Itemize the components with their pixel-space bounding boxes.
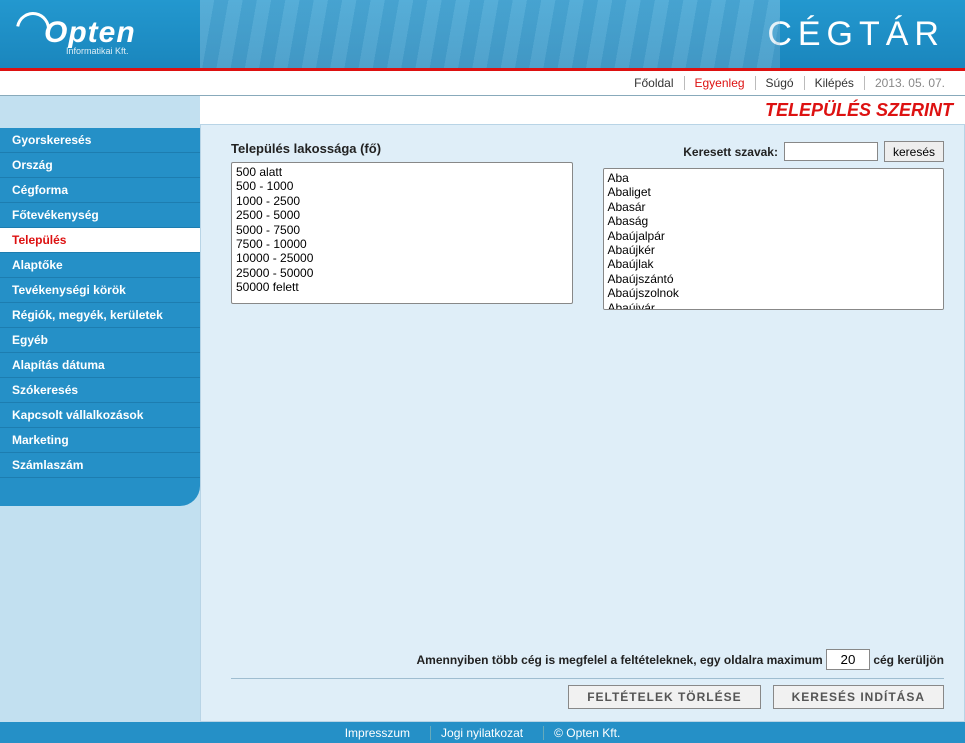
settlement-option[interactable]: Abaújvár xyxy=(606,301,942,310)
settlement-option[interactable]: Abaújkér xyxy=(606,243,942,257)
sidebar-item-alap-t-s-d-tuma[interactable]: Alapítás dátuma xyxy=(0,353,200,378)
footer-copy: © Opten Kft. xyxy=(543,726,630,740)
app-title: CÉGTÁR xyxy=(767,15,945,54)
clear-button[interactable]: FELTÉTELEK TÖRLÉSE xyxy=(568,685,760,709)
sidebar-item-egy-b[interactable]: Egyéb xyxy=(0,328,200,353)
sidebar-item-sz-keres-s[interactable]: Szókeresés xyxy=(0,378,200,403)
nav-home[interactable]: Főoldal xyxy=(624,76,683,90)
population-option[interactable]: 1000 - 2500 xyxy=(234,194,570,208)
population-option[interactable]: 7500 - 10000 xyxy=(234,237,570,251)
sidebar-item-telep-l-s[interactable]: Település xyxy=(0,228,200,253)
sidebar-bottom-cap xyxy=(0,478,200,506)
main: TELEPÜLÉS SZERINT Település lakossága (f… xyxy=(200,96,965,722)
footer: Impresszum Jogi nyilatkozat © Opten Kft. xyxy=(0,722,965,743)
header: Opten Informatikai Kft. CÉGTÁR xyxy=(0,0,965,68)
sidebar-item-marketing[interactable]: Marketing xyxy=(0,428,200,453)
search-button[interactable]: keresés xyxy=(884,141,944,162)
content: Település lakossága (fő) 500 alatt500 - … xyxy=(200,125,965,722)
sidebar: GyorskeresésOrszágCégformaFőtevékenységT… xyxy=(0,96,200,722)
settlement-option[interactable]: Abaújszántó xyxy=(606,272,942,286)
population-option[interactable]: 25000 - 50000 xyxy=(234,266,570,280)
sidebar-item-alapt-ke[interactable]: Alaptőke xyxy=(0,253,200,278)
sidebar-item-c-gforma[interactable]: Cégforma xyxy=(0,178,200,203)
sidebar-item-r-gi-k-megy-k-ker-letek[interactable]: Régiók, megyék, kerületek xyxy=(0,303,200,328)
nav-date: 2013. 05. 07. xyxy=(864,76,955,90)
logo: Opten Informatikai Kft. xyxy=(0,12,136,56)
logo-subtitle: Informatikai Kft. xyxy=(66,46,136,56)
start-search-button[interactable]: KERESÉS INDÍTÁSA xyxy=(773,685,944,709)
settlement-option[interactable]: Abaság xyxy=(606,214,942,228)
limit-text-after: cég kerüljön xyxy=(873,653,944,667)
footer-imprint[interactable]: Impresszum xyxy=(335,726,420,740)
population-option[interactable]: 50000 felett xyxy=(234,280,570,294)
settlement-option[interactable]: Abaújalpár xyxy=(606,229,942,243)
search-label: Keresett szavak: xyxy=(683,145,778,159)
limit-line: Amennyiben több cég is megfelel a feltét… xyxy=(231,649,944,670)
population-option[interactable]: 500 - 1000 xyxy=(234,179,570,193)
header-decor xyxy=(200,0,780,68)
population-listbox[interactable]: 500 alatt500 - 10001000 - 25002500 - 500… xyxy=(231,162,573,304)
footer-legal[interactable]: Jogi nyilatkozat xyxy=(430,726,533,740)
population-heading: Település lakossága (fő) xyxy=(231,141,573,156)
sidebar-item-f-tev-kenys-g[interactable]: Főtevékenység xyxy=(0,203,200,228)
settlement-option[interactable]: Aba xyxy=(606,171,942,185)
sidebar-item-gyorskeres-s[interactable]: Gyorskeresés xyxy=(0,128,200,153)
limit-input[interactable] xyxy=(826,649,870,670)
settlement-option[interactable]: Abaújlak xyxy=(606,257,942,271)
limit-text-before: Amennyiben több cég is megfelel a feltét… xyxy=(416,653,822,667)
top-nav: Főoldal Egyenleg Súgó Kilépés 2013. 05. … xyxy=(0,71,965,96)
settlement-option[interactable]: Abaliget xyxy=(606,185,942,199)
nav-balance[interactable]: Egyenleg xyxy=(684,76,755,90)
settlement-option[interactable]: Abasár xyxy=(606,200,942,214)
population-option[interactable]: 500 alatt xyxy=(234,165,570,179)
population-option[interactable]: 5000 - 7500 xyxy=(234,223,570,237)
settlement-listbox[interactable]: AbaAbaligetAbasárAbaságAbaújalpárAbaújké… xyxy=(603,168,945,310)
page-title: TELEPÜLÉS SZERINT xyxy=(200,96,965,125)
settlement-option[interactable]: Abaújszolnok xyxy=(606,286,942,300)
search-input[interactable] xyxy=(784,142,878,161)
logo-brand: Opten xyxy=(44,16,136,49)
population-option[interactable]: 10000 - 25000 xyxy=(234,251,570,265)
sidebar-item-kapcsolt-v-llalkoz-sok[interactable]: Kapcsolt vállalkozások xyxy=(0,403,200,428)
sidebar-item-tev-kenys-gi-k-r-k[interactable]: Tevékenységi körök xyxy=(0,278,200,303)
nav-help[interactable]: Súgó xyxy=(755,76,804,90)
nav-logout[interactable]: Kilépés xyxy=(804,76,864,90)
sidebar-item-sz-mlasz-m[interactable]: Számlaszám xyxy=(0,453,200,478)
population-option[interactable]: 2500 - 5000 xyxy=(234,208,570,222)
sidebar-item-orsz-g[interactable]: Ország xyxy=(0,153,200,178)
